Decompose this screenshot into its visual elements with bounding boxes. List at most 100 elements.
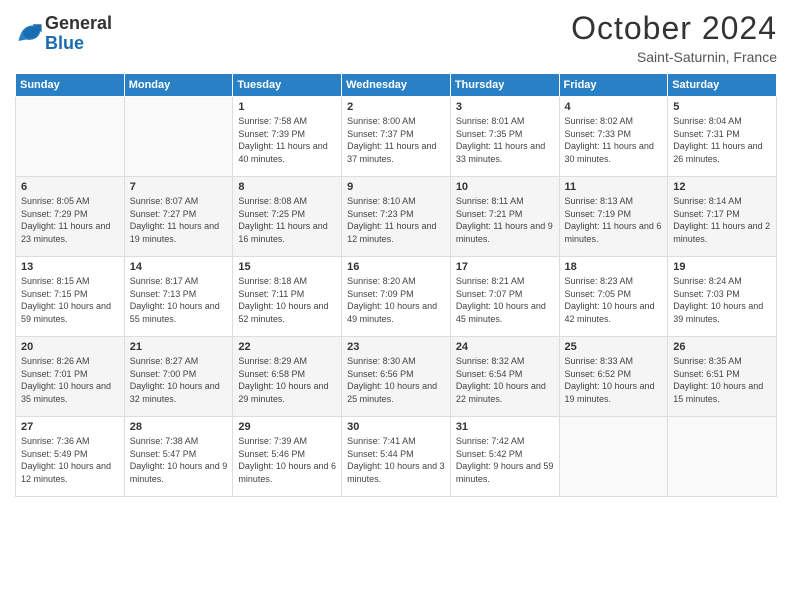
day-number: 15 bbox=[238, 261, 336, 273]
day-number: 18 bbox=[565, 261, 663, 273]
calendar-cell: 16 Sunrise: 8:20 AMSunset: 7:09 PMDayligh… bbox=[342, 257, 451, 337]
day-info: Sunrise: 8:10 AMSunset: 7:23 PMDaylight:… bbox=[347, 195, 445, 245]
calendar-cell: 17 Sunrise: 8:21 AMSunset: 7:07 PMDayligh… bbox=[450, 257, 559, 337]
day-info: Sunrise: 8:26 AMSunset: 7:01 PMDaylight:… bbox=[21, 355, 119, 405]
calendar-cell bbox=[124, 97, 233, 177]
calendar-cell: 26Sunrise: 8:35 AMSunset: 6:51 PMDayligh… bbox=[668, 337, 777, 417]
col-saturday: Saturday bbox=[668, 74, 777, 97]
day-info: Sunrise: 8:02 AMSunset: 7:33 PMDaylight:… bbox=[565, 115, 663, 165]
logo-general: General bbox=[45, 14, 112, 34]
day-info: Sunrise: 7:39 AMSunset: 5:46 PMDaylight:… bbox=[238, 435, 336, 485]
day-number: 29 bbox=[238, 421, 336, 433]
day-number: 24 bbox=[456, 341, 554, 353]
header: General Blue October 2024 Saint-Saturnin… bbox=[15, 10, 777, 65]
day-info: Sunrise: 8:05 AMSunset: 7:29 PMDaylight:… bbox=[21, 195, 119, 245]
calendar-cell: 28 Sunrise: 7:38 AMSunset: 5:47 PMDayligh… bbox=[124, 417, 233, 497]
title-block: October 2024 Saint-Saturnin, France bbox=[571, 10, 777, 65]
day-number: 8 bbox=[238, 181, 336, 193]
calendar-table: Sunday Monday Tuesday Wednesday Thursday… bbox=[15, 73, 777, 497]
day-number: 5 bbox=[673, 101, 771, 113]
calendar-cell: 6 Sunrise: 8:05 AMSunset: 7:29 PMDaylight… bbox=[16, 177, 125, 257]
day-info: Sunrise: 8:32 AMSunset: 6:54 PMDaylight:… bbox=[456, 355, 554, 405]
calendar-cell: 3Sunrise: 8:01 AMSunset: 7:35 PMDaylight… bbox=[450, 97, 559, 177]
calendar-cell: 1 Sunrise: 7:58 AMSunset: 7:39 PMDaylight… bbox=[233, 97, 342, 177]
day-info: Sunrise: 8:21 AMSunset: 7:07 PMDaylight:… bbox=[456, 275, 554, 325]
day-number: 4 bbox=[565, 101, 663, 113]
calendar-cell: 18 Sunrise: 8:23 AMSunset: 7:05 PMDayligh… bbox=[559, 257, 668, 337]
day-number: 25 bbox=[565, 341, 663, 353]
day-number: 9 bbox=[347, 181, 445, 193]
calendar-cell bbox=[16, 97, 125, 177]
calendar-cell: 22Sunrise: 8:29 AMSunset: 6:58 PMDayligh… bbox=[233, 337, 342, 417]
calendar-cell: 25Sunrise: 8:33 AMSunset: 6:52 PMDayligh… bbox=[559, 337, 668, 417]
calendar-cell: 27 Sunrise: 7:36 AMSunset: 5:49 PMDayligh… bbox=[16, 417, 125, 497]
day-info: Sunrise: 8:13 AMSunset: 7:19 PMDaylight:… bbox=[565, 195, 663, 245]
day-number: 27 bbox=[21, 421, 119, 433]
day-info: Sunrise: 8:04 AMSunset: 7:31 PMDaylight:… bbox=[673, 115, 771, 165]
day-number: 7 bbox=[130, 181, 228, 193]
day-number: 6 bbox=[21, 181, 119, 193]
day-number: 12 bbox=[673, 181, 771, 193]
month-title: October 2024 bbox=[571, 10, 777, 47]
calendar-cell: 29 Sunrise: 7:39 AMSunset: 5:46 PMDayligh… bbox=[233, 417, 342, 497]
day-info: Sunrise: 8:17 AMSunset: 7:13 PMDaylight:… bbox=[130, 275, 228, 325]
day-number: 22 bbox=[238, 341, 336, 353]
day-number: 20 bbox=[21, 341, 119, 353]
calendar-cell: 19Sunrise: 8:24 AMSunset: 7:03 PMDayligh… bbox=[668, 257, 777, 337]
col-friday: Friday bbox=[559, 74, 668, 97]
day-info: Sunrise: 8:11 AMSunset: 7:21 PMDaylight:… bbox=[456, 195, 554, 245]
day-number: 3 bbox=[456, 101, 554, 113]
calendar-cell: 11 Sunrise: 8:13 AMSunset: 7:19 PMDayligh… bbox=[559, 177, 668, 257]
logo: General Blue bbox=[15, 14, 112, 54]
day-number: 1 bbox=[238, 101, 336, 113]
calendar-cell: 31Sunrise: 7:42 AMSunset: 5:42 PMDayligh… bbox=[450, 417, 559, 497]
calendar-cell: 10 Sunrise: 8:11 AMSunset: 7:21 PMDayligh… bbox=[450, 177, 559, 257]
day-info: Sunrise: 7:38 AMSunset: 5:47 PMDaylight:… bbox=[130, 435, 228, 485]
day-info: Sunrise: 8:35 AMSunset: 6:51 PMDaylight:… bbox=[673, 355, 771, 405]
day-info: Sunrise: 7:58 AMSunset: 7:39 PMDaylight:… bbox=[238, 115, 336, 165]
day-number: 31 bbox=[456, 421, 554, 433]
day-info: Sunrise: 8:20 AMSunset: 7:09 PMDaylight:… bbox=[347, 275, 445, 325]
calendar-cell: 9 Sunrise: 8:10 AMSunset: 7:23 PMDaylight… bbox=[342, 177, 451, 257]
page: General Blue October 2024 Saint-Saturnin… bbox=[0, 0, 792, 612]
calendar-cell: 30 Sunrise: 7:41 AMSunset: 5:44 PMDayligh… bbox=[342, 417, 451, 497]
calendar-cell bbox=[559, 417, 668, 497]
day-number: 23 bbox=[347, 341, 445, 353]
day-info: Sunrise: 8:30 AMSunset: 6:56 PMDaylight:… bbox=[347, 355, 445, 405]
col-monday: Monday bbox=[124, 74, 233, 97]
day-info: Sunrise: 8:14 AMSunset: 7:17 PMDaylight:… bbox=[673, 195, 771, 245]
logo-icon bbox=[15, 20, 43, 48]
calendar-cell: 5 Sunrise: 8:04 AMSunset: 7:31 PMDaylight… bbox=[668, 97, 777, 177]
day-info: Sunrise: 7:36 AMSunset: 5:49 PMDaylight:… bbox=[21, 435, 119, 485]
day-info: Sunrise: 8:23 AMSunset: 7:05 PMDaylight:… bbox=[565, 275, 663, 325]
day-number: 28 bbox=[130, 421, 228, 433]
col-tuesday: Tuesday bbox=[233, 74, 342, 97]
day-info: Sunrise: 7:41 AMSunset: 5:44 PMDaylight:… bbox=[347, 435, 445, 485]
day-number: 21 bbox=[130, 341, 228, 353]
day-info: Sunrise: 8:08 AMSunset: 7:25 PMDaylight:… bbox=[238, 195, 336, 245]
day-number: 14 bbox=[130, 261, 228, 273]
col-sunday: Sunday bbox=[16, 74, 125, 97]
day-number: 19 bbox=[673, 261, 771, 273]
calendar-cell: 7Sunrise: 8:07 AMSunset: 7:27 PMDaylight… bbox=[124, 177, 233, 257]
day-number: 10 bbox=[456, 181, 554, 193]
logo-blue: Blue bbox=[45, 34, 112, 54]
calendar-cell: 20 Sunrise: 8:26 AMSunset: 7:01 PMDayligh… bbox=[16, 337, 125, 417]
calendar-cell: 4 Sunrise: 8:02 AMSunset: 7:33 PMDaylight… bbox=[559, 97, 668, 177]
day-info: Sunrise: 8:18 AMSunset: 7:11 PMDaylight:… bbox=[238, 275, 336, 325]
calendar-cell bbox=[668, 417, 777, 497]
col-thursday: Thursday bbox=[450, 74, 559, 97]
day-info: Sunrise: 8:00 AMSunset: 7:37 PMDaylight:… bbox=[347, 115, 445, 165]
day-number: 30 bbox=[347, 421, 445, 433]
day-number: 11 bbox=[565, 181, 663, 193]
day-number: 16 bbox=[347, 261, 445, 273]
calendar-cell: 24 Sunrise: 8:32 AMSunset: 6:54 PMDayligh… bbox=[450, 337, 559, 417]
logo-text: General Blue bbox=[45, 14, 112, 54]
calendar-cell: 14 Sunrise: 8:17 AMSunset: 7:13 PMDayligh… bbox=[124, 257, 233, 337]
calendar-cell: 23 Sunrise: 8:30 AMSunset: 6:56 PMDayligh… bbox=[342, 337, 451, 417]
calendar-cell: 8 Sunrise: 8:08 AMSunset: 7:25 PMDaylight… bbox=[233, 177, 342, 257]
calendar-cell: 12 Sunrise: 8:14 AMSunset: 7:17 PMDayligh… bbox=[668, 177, 777, 257]
calendar-cell: 2Sunrise: 8:00 AMSunset: 7:37 PMDaylight… bbox=[342, 97, 451, 177]
day-number: 17 bbox=[456, 261, 554, 273]
day-number: 13 bbox=[21, 261, 119, 273]
